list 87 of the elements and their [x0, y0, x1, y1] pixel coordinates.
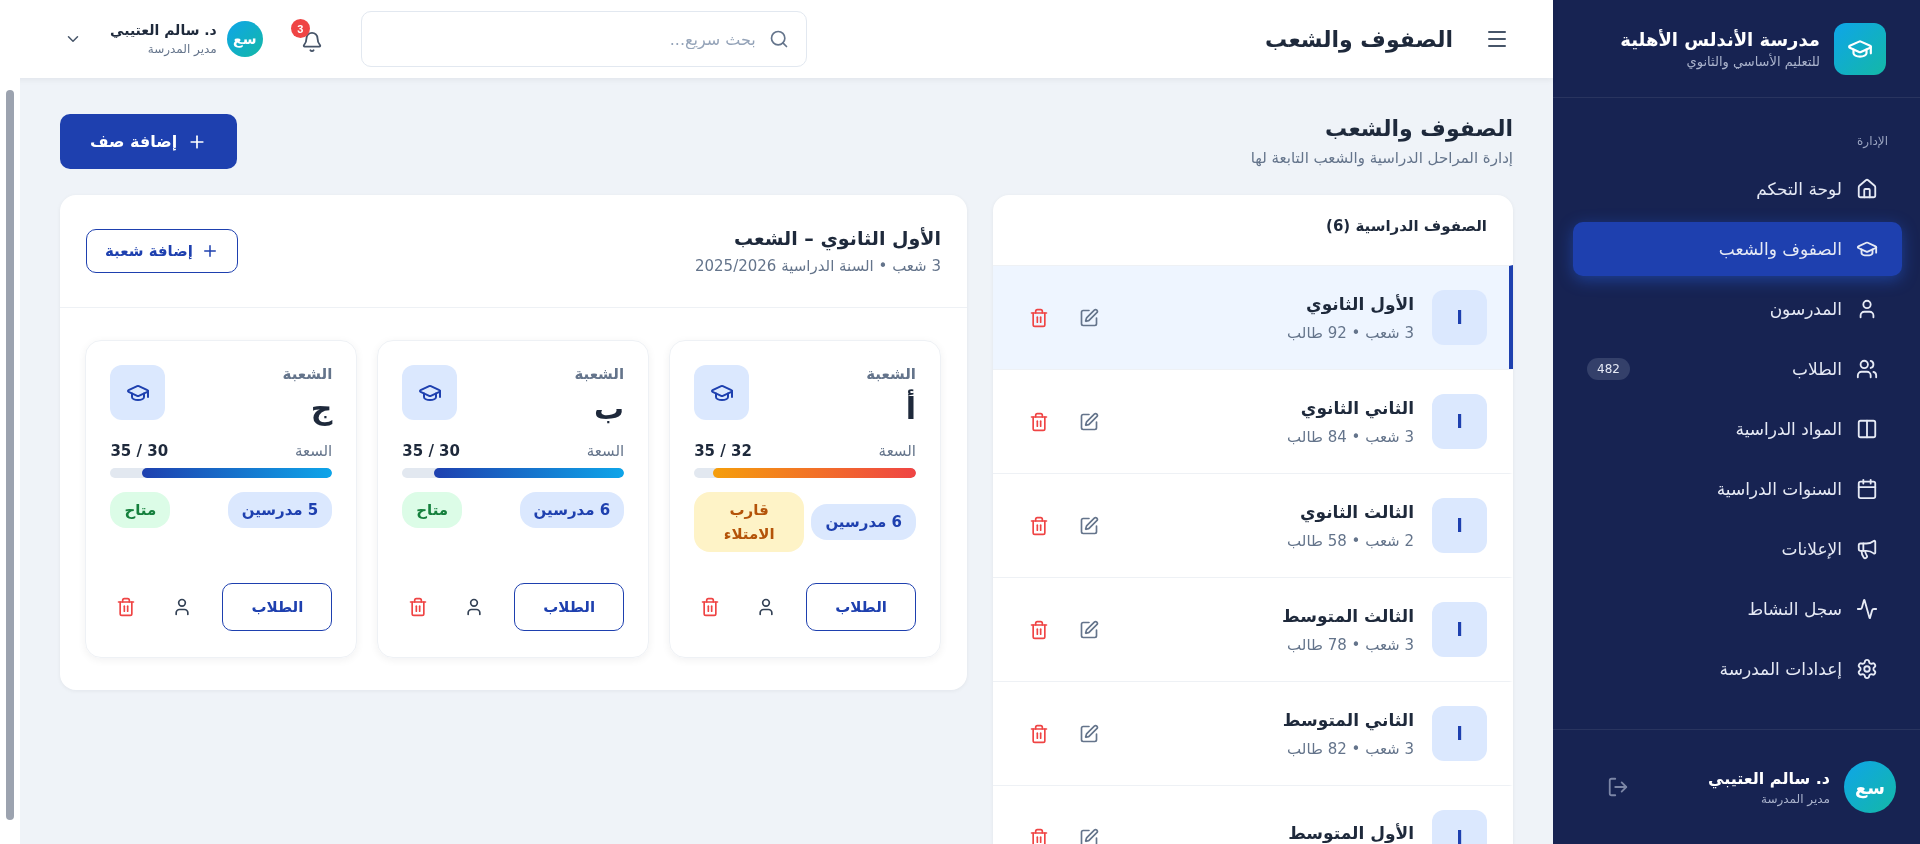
- class-initial: ا: [1432, 290, 1487, 345]
- class-name: الأول الثانوي: [1305, 293, 1414, 314]
- class-row[interactable]: ا الثاني المتوسط 3 شعب • 82 طالب: [993, 681, 1513, 785]
- section-name: ج: [309, 391, 333, 426]
- school-logo: [1834, 22, 1886, 75]
- user-avatar: سع: [1844, 761, 1896, 813]
- user-avatar: سع: [226, 21, 263, 57]
- class-name: الثالث الثانوي: [1299, 501, 1414, 522]
- teachers-badge: 6 مدرسين: [519, 492, 625, 528]
- users-icon: [1856, 358, 1878, 380]
- capacity-label: السعة: [294, 442, 333, 460]
- add-section-button[interactable]: إضافة شعبة: [86, 229, 238, 273]
- students-button[interactable]: الطلاب: [806, 583, 916, 631]
- header-title: الصفوف والشعب: [1265, 26, 1453, 52]
- teachers-badge: 5 مدرسين: [227, 492, 333, 528]
- graduation-cap-icon: [110, 365, 166, 420]
- students-button[interactable]: الطلاب: [222, 583, 333, 631]
- class-name: الثاني الثانوي: [1299, 397, 1414, 418]
- user-role: مدير المدرسة: [1760, 791, 1830, 806]
- class-row[interactable]: ا الأول الثانوي 3 شعب • 92 طالب: [993, 265, 1513, 369]
- sidebar-item[interactable]: المواد الدراسية: [1573, 402, 1902, 456]
- user-name: د. سالم العتيبي: [110, 22, 217, 38]
- class-name: الأول المتوسط: [1288, 822, 1414, 843]
- sidebar-item[interactable]: المدرسون: [1573, 282, 1902, 336]
- sidebar-item[interactable]: السنوات الدراسية: [1573, 462, 1902, 516]
- class-meta: 3 شعب • 82 طالب: [1286, 739, 1414, 758]
- teachers-badge: 6 مدرسين: [811, 504, 916, 540]
- section-label: الشعبة: [866, 365, 916, 383]
- capacity-label: السعة: [586, 442, 625, 460]
- section-label: الشعبة: [282, 365, 333, 383]
- class-meta: 2 شعب • 58 طالب: [1287, 531, 1414, 550]
- search-field[interactable]: بحث سريع...: [360, 11, 807, 67]
- calendar-icon: [1856, 478, 1878, 500]
- capacity-value: 32 / 35: [694, 442, 752, 460]
- activity-icon: [1856, 598, 1878, 620]
- class-initial: ا: [1432, 498, 1487, 553]
- section-name: ب: [593, 391, 625, 426]
- class-initial: ا: [1432, 810, 1487, 844]
- class-name: الثاني المتوسط: [1282, 709, 1414, 730]
- class-row[interactable]: ا الثالث المتوسط 3 شعب • 78 طالب: [993, 577, 1513, 681]
- notification-badge: 3: [290, 19, 310, 38]
- graduation-cap-icon: [694, 365, 750, 420]
- bell-icon: [300, 31, 323, 53]
- status-badge: متاح: [110, 492, 171, 528]
- section-label: الإدارة: [1856, 133, 1889, 150]
- sections-meta: 3 شعب • السنة الدراسية 2025/2026: [694, 257, 941, 275]
- capacity-value: 30 / 35: [402, 442, 460, 460]
- user-role: مدير المدرسة: [146, 42, 217, 56]
- class-row[interactable]: ا الثالث الثانوي 2 شعب • 58 طالب: [993, 473, 1513, 577]
- class-initial: ا: [1432, 706, 1487, 761]
- capacity-value: 30 / 35: [110, 442, 169, 460]
- page-title: الصفوف والشعب: [1324, 116, 1513, 141]
- students-button[interactable]: الطلاب: [514, 583, 625, 631]
- class-meta: 3 شعب • 92 طالب: [1287, 323, 1414, 342]
- notifications-button[interactable]: 3: [290, 19, 333, 59]
- school-subtitle: للتعليم الأساسي والثانوي: [1685, 53, 1820, 69]
- sidebar-item[interactable]: سجل النشاط: [1573, 582, 1902, 636]
- status-badge: قارب الامتلاء: [694, 492, 805, 552]
- class-meta: 3 شعب • 84 طالب: [1287, 427, 1414, 446]
- section-label: الشعبة: [574, 365, 625, 383]
- megaphone-icon: [1856, 538, 1878, 560]
- classes-title: الصفوف الدراسية (6): [1325, 216, 1488, 237]
- home-icon: [1856, 178, 1878, 200]
- user-name: د. سالم العتيبي: [1707, 768, 1830, 788]
- sidebar-item[interactable]: لوحة التحكم: [1573, 162, 1902, 216]
- school-name: مدرسة الأندلس الأهلية: [1620, 28, 1820, 50]
- capacity-label: السعة: [878, 442, 916, 460]
- sidebar-item[interactable]: الإعلانات: [1573, 522, 1902, 576]
- search-icon: [768, 29, 789, 49]
- scrollbar-thumb[interactable]: [6, 90, 14, 820]
- sidebar-item[interactable]: الصفوف والشعب: [1573, 222, 1902, 276]
- class-initial: ا: [1432, 602, 1487, 657]
- class-name: الثالث المتوسط: [1282, 605, 1414, 626]
- columns-icon: [1856, 418, 1878, 440]
- settings-icon: [1856, 658, 1878, 680]
- count-badge: 482: [1587, 358, 1630, 380]
- sidebar-item[interactable]: إعدادات المدرسة: [1573, 642, 1902, 696]
- class-row[interactable]: ا الأول المتوسط: [993, 785, 1513, 844]
- add-class-button[interactable]: إضافة صف: [60, 114, 238, 169]
- page-subtitle: إدارة المراحل الدراسية والشعب التابعة لها: [1250, 149, 1513, 167]
- graduation-cap-icon: [402, 365, 458, 420]
- sections-title: الأول الثانوي – الشعب: [732, 227, 941, 249]
- status-badge: متاح: [402, 492, 463, 528]
- class-meta: 3 شعب • 78 طالب: [1286, 635, 1414, 654]
- section-name: أ: [904, 391, 916, 426]
- class-row[interactable]: ا الثاني الثانوي 3 شعب • 84 طالب: [993, 369, 1513, 473]
- class-initial: ا: [1432, 394, 1487, 449]
